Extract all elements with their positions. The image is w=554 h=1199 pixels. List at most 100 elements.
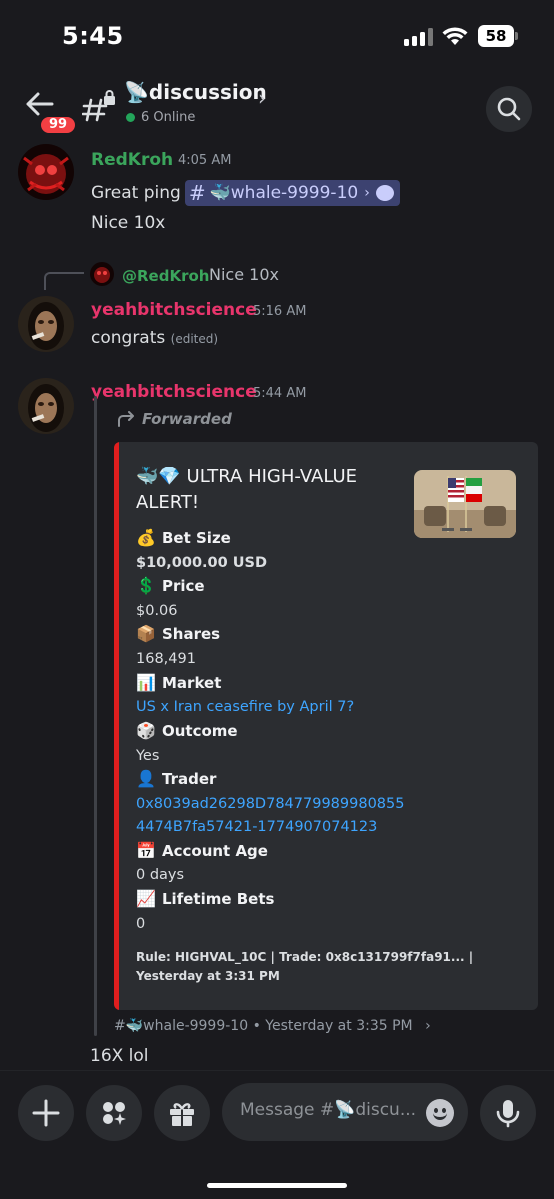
chevron-right-icon: › xyxy=(364,185,370,201)
search-button[interactable] xyxy=(486,86,532,132)
message-timestamp: 5:16 AM xyxy=(253,304,307,319)
emoji-icon[interactable] xyxy=(426,1099,454,1127)
dollar-sign-icon: 💲 xyxy=(136,576,156,595)
reply-preview-text[interactable]: Nice 10x xyxy=(209,265,279,284)
field-value: 0 xyxy=(136,916,146,932)
trader-link[interactable]: 4474B7fa57421-1774907074123 xyxy=(136,819,377,835)
unread-badge: 99 xyxy=(38,114,79,136)
field-value: $0.06 xyxy=(136,603,178,619)
field-label: Lifetime Bets xyxy=(162,889,275,908)
gift-icon xyxy=(170,1103,194,1126)
apps-button[interactable] xyxy=(86,1085,142,1141)
chevron-right-icon: › xyxy=(425,1018,431,1034)
user-icon: 👤 xyxy=(136,769,156,788)
package-icon: 📦 xyxy=(136,624,156,643)
message-timestamp: 5:44 AM xyxy=(253,386,307,401)
field-label: Trader xyxy=(162,769,217,788)
message-text: congrats xyxy=(91,328,166,348)
home-indicator xyxy=(207,1183,347,1188)
bar-chart-icon: 📊 xyxy=(136,673,156,692)
field-account-age: 📅 Account Age xyxy=(136,841,268,860)
channel-mention-name: 🐳whale-9999-10 xyxy=(209,183,359,203)
embed-accent-stripe xyxy=(114,442,119,1010)
channel-title[interactable]: 📡discussion xyxy=(124,80,267,104)
composer-bar: Message #📡discu... xyxy=(0,1070,554,1199)
message-text: 16X lol xyxy=(90,1046,149,1066)
message-timestamp: 4:05 AM xyxy=(178,153,232,168)
avatar-redkroh[interactable] xyxy=(18,144,74,200)
field-value: Yes xyxy=(136,748,160,764)
message-list[interactable]: RedKroh 4:05 AM Great ping # 🐳whale-9999… xyxy=(0,140,554,1070)
battery-icon: 58 xyxy=(478,25,518,47)
message-content: Great ping # 🐳whale-9999-10 › xyxy=(91,180,400,206)
field-label: Market xyxy=(162,673,222,692)
reply-mention[interactable]: @RedKroh xyxy=(122,267,209,285)
battery-level: 58 xyxy=(478,25,514,47)
field-value: 0 days xyxy=(136,867,185,883)
field-shares: 📦 Shares xyxy=(136,624,220,643)
plus-icon xyxy=(32,1099,60,1127)
chevron-right-icon[interactable]: › xyxy=(258,86,266,110)
alert-embed: 🐳💎 ULTRA HIGH-VALUE ALERT! 💰 Bet Size $1… xyxy=(114,442,538,1010)
field-price: 💲 Price xyxy=(136,576,205,595)
message-author[interactable]: yeahbitchscience xyxy=(91,300,257,320)
dice-icon: 🎲 xyxy=(136,721,156,740)
edited-label: (edited) xyxy=(170,332,219,346)
forward-source[interactable]: #🐳whale-9999-10 • Yesterday at 3:35 PM › xyxy=(114,1018,431,1034)
trend-up-icon: 📈 xyxy=(136,889,156,908)
apps-icon xyxy=(103,1102,126,1125)
online-label: 6 Online xyxy=(141,110,196,125)
money-bag-icon: 💰 xyxy=(136,528,156,547)
embed-footer: Rule: HIGHVAL_10C | Trade: 0x8c131799f7f… xyxy=(136,950,474,983)
field-label: Account Age xyxy=(162,841,268,860)
field-lifetime-bets: 📈 Lifetime Bets xyxy=(136,889,274,908)
message-input[interactable]: Message #📡discu... xyxy=(222,1083,468,1141)
embed-title: 🐳💎 ULTRA HIGH-VALUE ALERT! xyxy=(136,466,358,513)
field-value: $10,000.00 USD xyxy=(136,555,268,571)
field-value: 168,491 xyxy=(136,651,196,667)
trader-link[interactable]: 0x8039ad26298D784779989980855 xyxy=(136,796,404,812)
field-label: Bet Size xyxy=(162,528,231,547)
thread-bubble-icon xyxy=(375,185,394,201)
embed-thumbnail-flags[interactable] xyxy=(414,470,516,538)
calendar-icon: 📅 xyxy=(136,841,156,860)
message-placeholder: Message #📡discu... xyxy=(240,1100,417,1120)
field-outcome: 🎲 Outcome xyxy=(136,721,238,740)
avatar-yeahbitchscience[interactable] xyxy=(18,378,74,434)
channel-header: 99 📡discussion › 6 Online xyxy=(0,74,554,146)
locked-channel-icon xyxy=(82,90,115,122)
signal-icon xyxy=(404,28,434,46)
market-link[interactable]: US x Iran ceasefire by April 7? xyxy=(136,699,354,715)
message-text: Great ping xyxy=(91,183,181,203)
field-trader: 👤 Trader xyxy=(136,769,216,788)
forwarded-label: Forwarded xyxy=(116,410,232,428)
avatar-yeahbitchscience[interactable] xyxy=(18,296,74,352)
field-bet-size: 💰 Bet Size xyxy=(136,528,231,547)
forward-arrow-icon xyxy=(118,411,134,427)
message-content: congrats (edited) xyxy=(91,328,218,348)
message-author[interactable]: RedKroh xyxy=(91,150,173,170)
hash-icon: # xyxy=(188,181,206,205)
reply-connector xyxy=(44,272,84,290)
reply-avatar xyxy=(90,262,114,286)
microphone-icon xyxy=(496,1100,520,1128)
field-label: Shares xyxy=(162,624,221,643)
message-author[interactable]: yeahbitchscience xyxy=(91,382,257,402)
field-label: Price xyxy=(162,576,205,595)
forward-bar xyxy=(94,396,97,1036)
forward-source-text: #🐳whale-9999-10 • Yesterday at 3:35 PM xyxy=(114,1018,413,1034)
wifi-icon xyxy=(442,27,468,45)
channel-mention-chip[interactable]: # 🐳whale-9999-10 › xyxy=(184,180,400,206)
status-bar: 5:45 58 xyxy=(0,0,554,74)
online-count: 6 Online xyxy=(126,110,195,125)
message-text: Nice 10x xyxy=(91,213,166,233)
voice-button[interactable] xyxy=(480,1085,536,1141)
gift-button[interactable] xyxy=(154,1085,210,1141)
add-button[interactable] xyxy=(18,1085,74,1141)
status-time: 5:45 xyxy=(62,22,124,50)
field-label: Outcome xyxy=(162,721,238,740)
search-icon xyxy=(497,97,521,121)
field-market: 📊 Market xyxy=(136,673,221,692)
online-dot-icon xyxy=(126,113,135,122)
forwarded-text: Forwarded xyxy=(142,410,232,428)
